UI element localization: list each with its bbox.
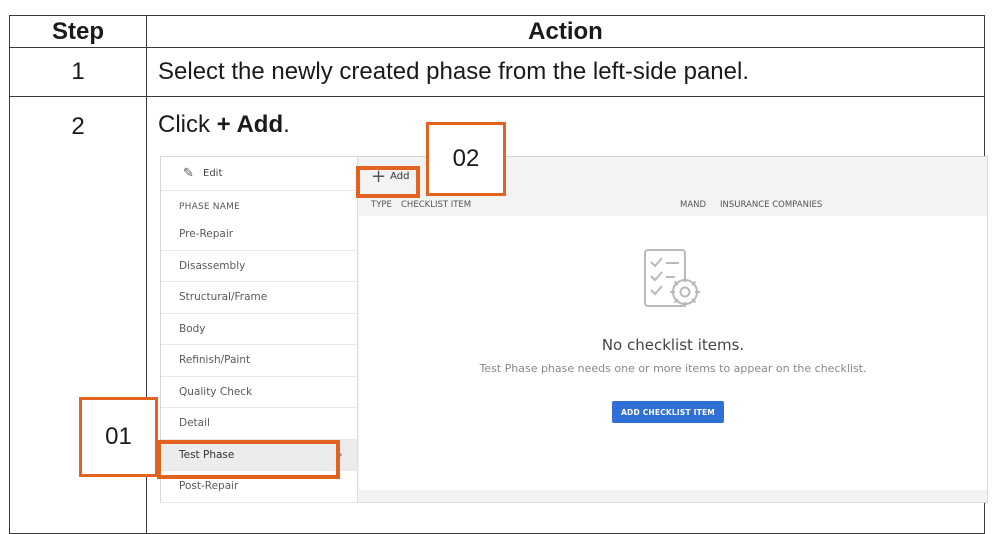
phase-item[interactable]: Quality Check — [161, 377, 357, 408]
action-suffix: . — [283, 111, 290, 138]
empty-state: No checklist items. Test Phase phase nee… — [359, 216, 987, 490]
empty-subtitle: Test Phase phase needs one or more items… — [479, 362, 867, 375]
table-header-row: Step Action — [9, 15, 985, 48]
phase-item[interactable]: Disassembly — [161, 251, 357, 282]
edit-label: Edit — [203, 168, 223, 179]
checklist-gear-icon — [644, 249, 700, 307]
action-bold: + Add — [216, 111, 284, 138]
selected-phase-highlight — [157, 440, 340, 479]
mand-column-header: MAND — [680, 200, 707, 210]
type-column-header: TYPE — [371, 200, 392, 210]
phase-item[interactable]: Refinish/Paint — [161, 345, 357, 377]
phase-name-header: PHASE NAME — [179, 202, 240, 212]
table-row: 1 Select the newly created phase from th… — [9, 47, 985, 97]
step-column-header: Step — [9, 15, 147, 48]
add-checklist-item-button[interactable]: ADD CHECKLIST ITEM — [612, 401, 724, 423]
checklist-panel: + Add TYPE CHECKLIST ITEM MAND INSURANCE … — [359, 157, 987, 502]
add-button-highlight — [356, 166, 420, 198]
pencil-icon: ✎ — [183, 166, 194, 181]
phase-item[interactable]: Detail — [161, 408, 357, 440]
empty-title: No checklist items. — [601, 336, 745, 354]
step-number: 1 — [9, 47, 147, 97]
action-column-header: Action — [146, 15, 985, 48]
action-prefix: Click — [158, 111, 217, 138]
insurance-column-header: INSURANCE COMPANIES — [720, 200, 823, 210]
step-action: Select the newly created phase from the … — [146, 47, 985, 97]
step-action: Click + Add. — [158, 111, 290, 139]
edit-button[interactable]: ✎ Edit — [161, 157, 357, 191]
phase-item[interactable]: Pre-Repair — [161, 219, 357, 251]
checklist-item-column-header: CHECKLIST ITEM — [401, 200, 472, 210]
callout-02: 02 — [426, 122, 506, 196]
phase-item[interactable]: Body — [161, 314, 357, 345]
callout-01: 01 — [79, 397, 158, 477]
phase-item[interactable]: Structural/Frame — [161, 282, 357, 314]
